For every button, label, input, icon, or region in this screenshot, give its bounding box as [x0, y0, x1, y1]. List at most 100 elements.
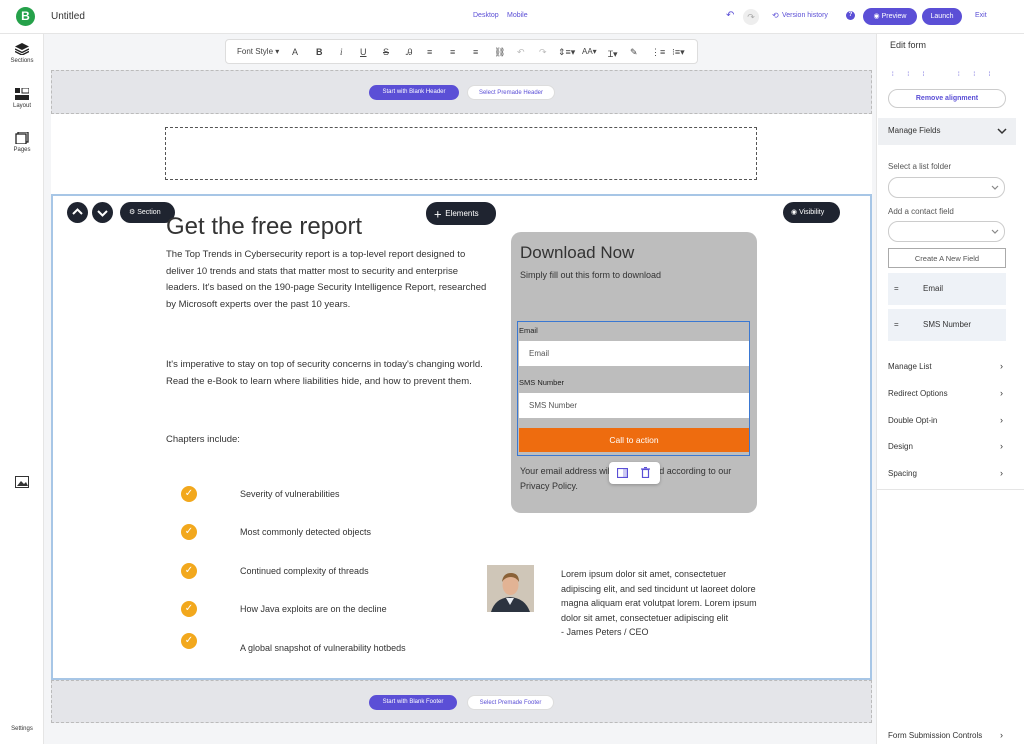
quote-author: - James Peters / CEO — [561, 627, 649, 637]
move-down-button[interactable] — [92, 202, 113, 223]
drag-handle-icon[interactable]: = — [894, 273, 899, 305]
redirect-options-item[interactable]: Redirect Options — [888, 389, 948, 398]
edit-icon[interactable] — [617, 468, 628, 478]
chevron-right-icon[interactable]: › — [1000, 441, 1003, 451]
visibility-button[interactable]: ◉ Visibility — [783, 202, 840, 223]
design-item[interactable]: Design — [888, 442, 913, 451]
sms-number-field[interactable]: SMS Number — [519, 393, 749, 418]
select-premade-header-button[interactable]: Select Premade Header — [467, 85, 555, 100]
preview-label: Preview — [881, 13, 907, 20]
page-headline[interactable]: Get the free report — [166, 213, 362, 241]
checkmark-icon: ✓ — [181, 601, 197, 617]
rail-label: Pages — [13, 147, 31, 153]
field-item-email[interactable]: = Email — [888, 273, 1006, 305]
image-icon[interactable] — [15, 476, 29, 488]
align-right-icon[interactable]: ≡ — [473, 47, 478, 57]
highlight-icon[interactable]: ✎ — [630, 47, 638, 58]
email-field[interactable]: Email — [519, 341, 749, 366]
strikethrough-icon[interactable]: S — [383, 47, 389, 57]
letter-spacing-icon[interactable]: Ɪ▾ — [608, 47, 618, 60]
italic-icon[interactable]: i — [340, 47, 343, 57]
alignment-icons[interactable]: ⁞ ⁞ ⁞ — [892, 72, 930, 78]
chevron-right-icon[interactable]: › — [1000, 361, 1003, 371]
launch-button[interactable]: Launch — [922, 8, 962, 25]
spacing-item[interactable]: Spacing — [888, 469, 917, 478]
align-center-icon[interactable]: ≡ — [450, 47, 455, 57]
text-color-icon[interactable]: A — [292, 47, 298, 57]
remove-alignment-button[interactable]: Remove alignment — [888, 89, 1006, 108]
document-title[interactable]: Untitled — [51, 11, 85, 22]
underline-icon[interactable]: U — [360, 47, 367, 57]
chevron-down-icon — [97, 210, 108, 217]
align-left-icon[interactable]: ≡ — [427, 47, 432, 57]
redo-icon[interactable]: ↷ — [743, 9, 759, 25]
line-height-icon[interactable]: ⇕≡▾ — [558, 47, 575, 58]
font-size-icon[interactable]: AA▾ — [582, 47, 597, 56]
start-blank-header-button[interactable]: Start with Blank Header — [369, 85, 459, 100]
trash-icon[interactable] — [641, 467, 650, 478]
chevron-right-icon[interactable]: › — [1000, 415, 1003, 425]
start-blank-footer-button[interactable]: Start with Blank Footer — [369, 695, 457, 710]
undo-icon[interactable]: ↶ — [726, 10, 734, 21]
bold-icon[interactable]: B — [316, 47, 323, 57]
intro-paragraph[interactable]: The Top Trends in Cybersecurity report i… — [166, 247, 491, 313]
history-icon: ⟲ — [772, 11, 779, 20]
font-style-dropdown[interactable]: Font Style ▾ — [237, 47, 279, 56]
rail-item-pages[interactable]: Pages — [0, 132, 44, 153]
chapter-item[interactable]: Continued complexity of threads — [240, 566, 369, 576]
field-item-sms-number[interactable]: = SMS Number — [888, 309, 1006, 341]
chevron-down-icon — [991, 185, 999, 190]
unordered-list-icon[interactable]: ⁝≡▾ — [672, 47, 685, 58]
chapters-heading[interactable]: Chapters include: — [166, 432, 491, 449]
link-icon[interactable]: ⛓ — [494, 47, 505, 58]
tab-mobile[interactable]: Mobile — [507, 12, 528, 19]
chevron-right-icon[interactable]: › — [1000, 730, 1003, 740]
contact-field-select[interactable] — [888, 221, 1005, 242]
undo-icon[interactable]: ↶ — [517, 47, 525, 58]
clear-format-icon[interactable]: Ꭿ — [406, 47, 413, 58]
rail-item-sections[interactable]: Sections — [0, 43, 44, 64]
drag-handle-icon[interactable]: = — [894, 309, 899, 341]
chevron-down-icon — [991, 229, 999, 234]
chevron-right-icon[interactable]: › — [1000, 468, 1003, 478]
chapter-item[interactable]: Most commonly detected objects — [240, 527, 371, 537]
select-premade-footer-button[interactable]: Select Premade Footer — [467, 695, 554, 710]
chapter-item[interactable]: Severity of vulnerabilities — [240, 489, 340, 499]
redo-icon[interactable]: ↷ — [539, 47, 547, 58]
text-toolbar: Font Style ▾ A B i U S Ꭿ ≡ ≡ ≡ ⛓ ↶ ↷ ⇕≡▾… — [225, 39, 698, 64]
second-paragraph[interactable]: It's imperative to stay on top of securi… — [166, 357, 491, 390]
alignment-icons-right[interactable]: ⁞ ⁞ ⁞ — [958, 72, 996, 78]
tab-desktop[interactable]: Desktop — [473, 12, 499, 19]
call-to-action-button[interactable]: Call to action — [519, 428, 749, 452]
avatar[interactable] — [487, 565, 534, 612]
chapter-item[interactable]: How Java exploits are on the decline — [240, 604, 387, 614]
app-logo[interactable]: B — [16, 7, 35, 26]
rail-label: Layout — [12, 103, 31, 109]
testimonial-quote[interactable]: Lorem ipsum dolor sit amet, consectetuer… — [561, 567, 761, 640]
manage-fields-label: Manage Fields — [888, 126, 941, 135]
ordered-list-icon[interactable]: ⋮≡ — [651, 47, 665, 58]
form-title[interactable]: Download Now — [520, 243, 634, 263]
layers-icon — [15, 43, 29, 55]
list-folder-select[interactable] — [888, 177, 1005, 198]
person-photo — [487, 565, 534, 612]
chevron-right-icon[interactable]: › — [1000, 388, 1003, 398]
chapter-item[interactable]: A global snapshot of vulnerability hotbe… — [240, 643, 406, 653]
chevron-down-icon[interactable] — [997, 127, 1007, 135]
empty-block-placeholder[interactable] — [165, 127, 757, 180]
form-subtitle[interactable]: Simply fill out this form to download — [520, 270, 661, 280]
create-new-field-button[interactable]: Create A New Field — [888, 248, 1006, 268]
exit-button[interactable]: Exit — [975, 12, 987, 19]
form-submission-controls-item[interactable]: Form Submission Controls — [888, 731, 982, 740]
version-history-link[interactable]: Version history — [782, 12, 828, 19]
add-elements-button[interactable]: + Elements — [426, 202, 496, 225]
move-up-button[interactable] — [67, 202, 88, 223]
double-opt-in-item[interactable]: Double Opt-in — [888, 416, 937, 425]
manage-list-item[interactable]: Manage List — [888, 362, 932, 371]
checkmark-icon: ✓ — [181, 524, 197, 540]
divider — [877, 489, 1024, 490]
settings-link[interactable]: Settings — [0, 726, 44, 732]
rail-item-layout[interactable]: Layout — [0, 88, 44, 109]
help-icon[interactable]: ? — [846, 11, 855, 20]
preview-button[interactable]: ◉ Preview — [863, 8, 917, 25]
